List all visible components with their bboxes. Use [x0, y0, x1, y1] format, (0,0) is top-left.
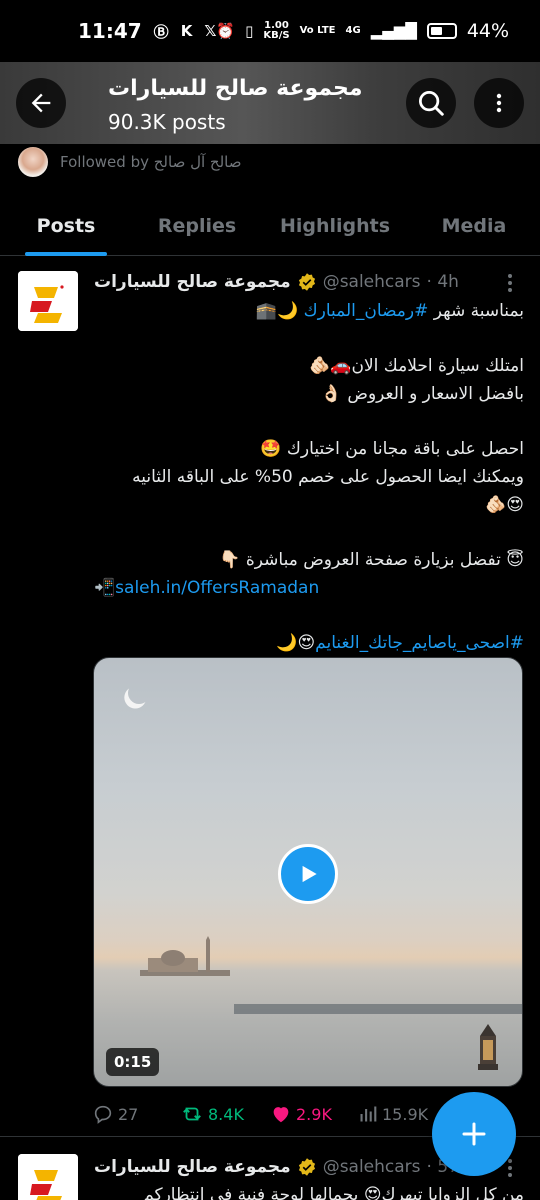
author-avatar[interactable] [18, 271, 78, 331]
post-header: مجموعة صالح للسيارات @salehcars · 57m [94, 1154, 494, 1180]
net-speed: 1.00 KB/S [263, 20, 290, 41]
crescent-moon [125, 679, 153, 707]
views-icon [360, 1106, 377, 1122]
post-line-5: ويمكنك ايضا الحصول على خصم 50% على الباق… [132, 467, 524, 487]
post-line-4: احصل على باقة مجانا من اختيارك 🤩 [260, 439, 524, 459]
back-arrow-icon [31, 93, 51, 113]
network-type: 4G [345, 25, 361, 36]
like-button[interactable]: 2.9K [270, 1103, 358, 1125]
post-header: مجموعة صالح للسيارات @salehcars · 4h [94, 269, 494, 295]
followed-by-text: Followed by صالح آل صالح [60, 153, 242, 171]
active-tab-indicator [25, 252, 107, 256]
verified-badge-icon [298, 273, 315, 291]
brand-logo [18, 1154, 78, 1200]
post-line: بمناسبة شهر #رمضان_المبارك 🌙🕋 [94, 297, 524, 325]
offers-url-link[interactable]: saleh.in/OffersRamadan [115, 578, 319, 598]
volte-indicator: Vo LTE [299, 25, 336, 36]
post-line-7: 😇 تفضل بزيارة صفحة العروض مباشرة 👇🏻 [219, 550, 524, 570]
signal-icon: ▂▄▆█ [370, 22, 417, 40]
tab-highlights-label: Highlights [279, 215, 391, 237]
play-icon [302, 865, 317, 883]
post-more-button[interactable] [498, 271, 522, 295]
follower-avatar [16, 145, 50, 179]
lantern-icon [478, 1024, 498, 1070]
hashtag-link-2[interactable]: #اصحى_ياصايم_جاتك_الغنايم [315, 633, 524, 653]
post-line-1-emoji: 🌙🕋 [255, 301, 304, 321]
post-line-6: 😍🫵🏻 [485, 495, 524, 515]
post-line-9: #اصحى_ياصايم_جاتك_الغنايم😍🌙 [94, 629, 524, 657]
play-button[interactable] [278, 844, 338, 904]
post-line-3: بافضل الاسعار و العروض 👌🏻 [320, 384, 524, 404]
compose-plus-icon [462, 1122, 486, 1146]
phone-arrow-icon: 📲 [94, 578, 116, 598]
tab-posts[interactable]: Posts [0, 196, 132, 256]
reply-count: 27 [118, 1104, 139, 1124]
tab-media[interactable]: Media [408, 196, 540, 256]
repost-icon [183, 1107, 201, 1121]
more-vertical-icon [508, 274, 512, 292]
followed-by[interactable]: Followed by صالح آل صالح [16, 144, 241, 180]
status-time: 11:47 [78, 19, 142, 43]
more-vertical-icon [496, 93, 502, 113]
post-line-8: 📲saleh.in/OffersRamadan [94, 574, 524, 602]
post-line-9-emoji: 😍🌙 [276, 633, 316, 653]
author-handle[interactable]: @salehcars [323, 272, 421, 292]
more-vertical-icon [508, 1159, 512, 1177]
like-heart-icon [273, 1107, 289, 1123]
post-line-1: بمناسبة شهر [428, 301, 524, 321]
post-time: · 4h [426, 272, 459, 292]
hashtag-link[interactable]: #رمضان_المبارك [304, 301, 429, 321]
tab-posts-label: Posts [36, 215, 96, 237]
video-player[interactable]: 0:15 [93, 657, 523, 1087]
battery-percent: 44% [466, 20, 510, 42]
mosque-silhouette [140, 936, 230, 976]
back-button[interactable] [16, 78, 66, 128]
notification-kc-icon: K [180, 22, 193, 40]
search-button[interactable] [406, 78, 456, 128]
author-name[interactable]: مجموعة صالح للسيارات [94, 1157, 291, 1177]
post-count: 90.3K posts [108, 110, 226, 134]
post[interactable]: مجموعة صالح للسيارات @salehcars · 4h بمن… [0, 257, 540, 1137]
alarm-icon: ⏰ [216, 22, 236, 40]
author-name[interactable]: مجموعة صالح للسيارات [94, 272, 291, 292]
video-duration: 0:15 [106, 1048, 160, 1076]
verified-badge-icon [298, 1158, 315, 1176]
tab-highlights[interactable]: Highlights [262, 196, 408, 256]
profile-header: مجموعة صالح للسيارات 90.3K posts [0, 62, 540, 144]
repost-count: 8.4K [208, 1104, 244, 1124]
tab-media-label: Media [441, 215, 507, 237]
reply-button[interactable]: 27 [92, 1103, 180, 1125]
profile-name: مجموعة صالح للسيارات [108, 76, 363, 101]
reply-icon [94, 1105, 112, 1124]
views-count: 15.9K [382, 1104, 429, 1124]
tab-replies[interactable]: Replies [132, 196, 262, 256]
vibrate-icon: ▯ [245, 22, 254, 40]
author-handle[interactable]: @salehcars [323, 1157, 421, 1177]
status-bar: 11:47 Ⓑ K 𝕏 ⏰ ▯ 1.00 KB/S Vo LTE 4G ▂▄▆█ … [0, 0, 540, 62]
repost-button[interactable]: 8.4K [180, 1103, 270, 1125]
brand-logo [18, 271, 78, 331]
battery-icon [426, 23, 457, 39]
post-text: بمناسبة شهر #رمضان_المبارك 🌙🕋 امتلك سيار… [94, 297, 524, 657]
like-count: 2.9K [296, 1104, 332, 1124]
post-line-2: امتلك سيارة احلامك الان🚗🫵🏻 [309, 356, 524, 376]
notification-x-icon: 𝕏 [204, 22, 217, 40]
tab-replies-label: Replies [157, 215, 237, 237]
author-avatar[interactable] [18, 1154, 78, 1200]
more-options-button[interactable] [474, 78, 524, 128]
notification-b-icon: Ⓑ [153, 22, 169, 41]
profile-tabs: Posts Replies Highlights Media [0, 196, 540, 256]
post-text: من كل الزوايا تبهرك😍 بجمالها لوحة فنية ف… [143, 1185, 524, 1200]
sea-walkway [234, 1004, 522, 1014]
compose-button[interactable] [432, 1092, 516, 1176]
search-icon [419, 91, 444, 116]
